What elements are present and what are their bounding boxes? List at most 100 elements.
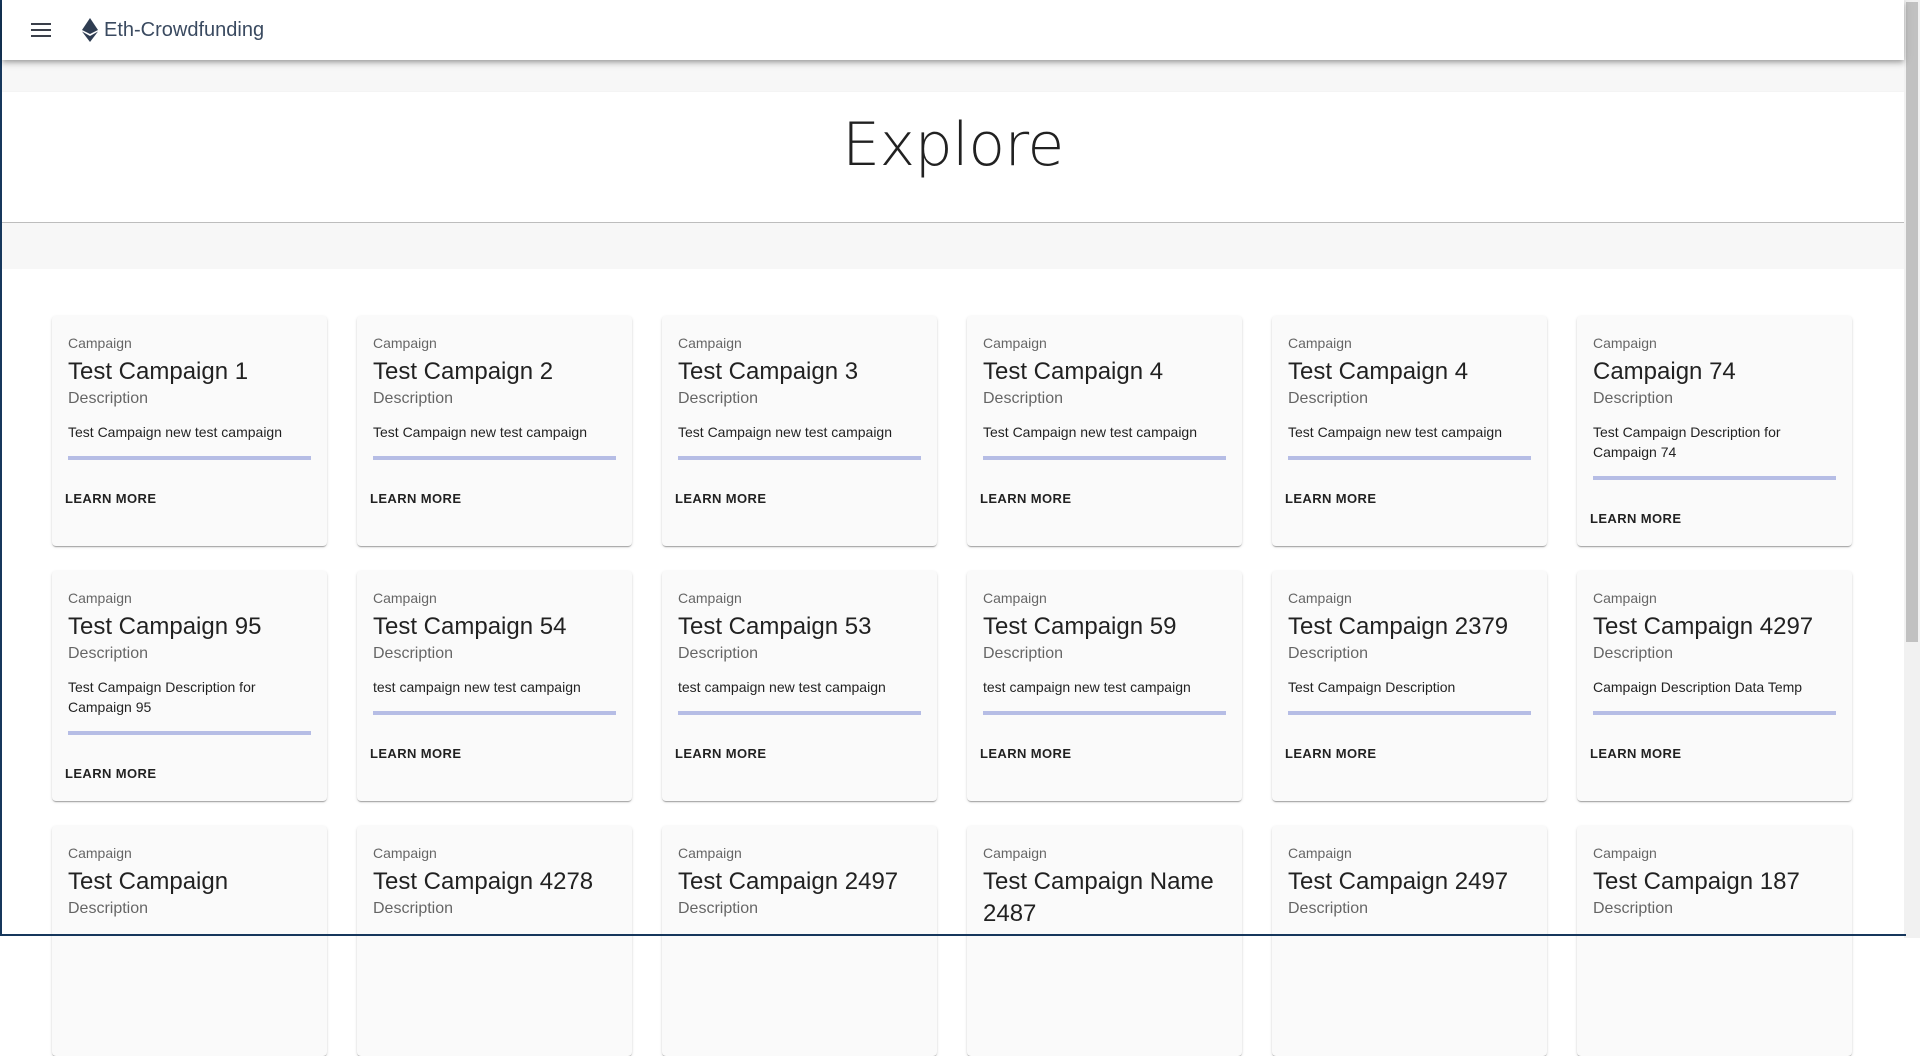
funding-progress-bar: [1593, 476, 1836, 480]
card-overline: Campaign: [678, 845, 742, 861]
campaign-card: Campaign Test Campaign 4278 Description: [357, 826, 632, 1056]
card-title: Test Campaign 1: [68, 358, 249, 385]
funding-progress-bar: [1288, 456, 1531, 460]
funding-progress-bar: [68, 731, 311, 735]
learn-more-button[interactable]: LEARN MORE: [675, 485, 766, 512]
card-subtitle: Description: [68, 645, 149, 662]
learn-more-button[interactable]: LEARN MORE: [370, 740, 461, 767]
funding-progress-bar: [983, 711, 1226, 715]
page-title: Explore: [842, 110, 1064, 180]
campaign-card: Campaign Test Campaign 187 Description: [1577, 826, 1852, 1056]
learn-more-button[interactable]: LEARN MORE: [980, 485, 1071, 512]
funding-progress-bar: [1288, 711, 1531, 715]
scrollbar-thumb[interactable]: [1906, 2, 1918, 642]
card-subtitle: Description: [1288, 900, 1369, 917]
card-title: Test Campaign 4: [1288, 358, 1469, 385]
funding-progress-bar: [678, 456, 921, 460]
campaign-card: Campaign Test Campaign Description: [52, 826, 327, 1056]
campaign-card: Campaign Test Campaign 4 Description Test C…: [967, 316, 1242, 546]
card-subtitle: Description: [678, 390, 759, 407]
card-overline: Campaign: [983, 335, 1047, 351]
card-overline: Campaign: [68, 590, 132, 606]
card-subtitle: Description: [1288, 390, 1369, 407]
funding-progress-bar: [1593, 711, 1836, 715]
learn-more-button[interactable]: LEARN MORE: [1590, 740, 1681, 767]
card-overline: Campaign: [68, 335, 132, 351]
card-subtitle: Description: [1593, 390, 1674, 407]
hamburger-menu-icon: [31, 23, 51, 37]
funding-progress-bar: [68, 456, 311, 460]
learn-more-button[interactable]: LEARN MORE: [675, 740, 766, 767]
card-description: Test Campaign Description: [1288, 679, 1456, 695]
brand[interactable]: Eth-Crowdfunding: [82, 16, 264, 44]
campaign-card: Campaign Test Campaign 2497 Description: [1272, 826, 1547, 1056]
card-description: test campaign new test campaign: [983, 679, 1191, 695]
card-title: Test Campaign 53: [678, 613, 872, 640]
card-subtitle: Description: [1593, 900, 1674, 917]
app-bar: Eth-Crowdfunding: [2, 0, 1904, 60]
campaign-card: Campaign Test Campaign 2497 Description: [662, 826, 937, 1056]
hero-section: Explore: [2, 92, 1904, 223]
card-overline: Campaign: [1593, 590, 1657, 606]
funding-progress-bar: [983, 456, 1226, 460]
campaign-card: Campaign Test Campaign 59 Description test …: [967, 571, 1242, 801]
card-description: Test Campaign new test campaign: [1288, 424, 1502, 440]
card-subtitle: Description: [68, 900, 149, 917]
card-title: Test Campaign 95: [68, 613, 262, 640]
card-overline: Campaign: [1593, 845, 1657, 861]
card-description: test campaign new test campaign: [678, 679, 886, 695]
app-title: Eth-Crowdfunding: [104, 18, 265, 41]
learn-more-button[interactable]: LEARN MORE: [370, 485, 461, 512]
card-overline: Campaign: [68, 845, 132, 861]
campaign-card: Campaign Test Campaign 54 Description test …: [357, 571, 632, 801]
card-description: Test Campaign new test campaign: [983, 424, 1197, 440]
card-overline: Campaign: [373, 845, 437, 861]
campaign-card: Campaign Test Campaign 2379 Description Tes…: [1272, 571, 1547, 801]
card-subtitle: Description: [678, 645, 759, 662]
menu-button[interactable]: [24, 13, 58, 47]
funding-progress-bar: [373, 711, 616, 715]
card-title: Test Campaign Name 2487: [983, 868, 1214, 927]
card-description: Test Campaign new test campaign: [373, 424, 587, 440]
card-subtitle: Description: [678, 900, 759, 917]
campaign-card: Campaign Test Campaign 53 Description test …: [662, 571, 937, 801]
card-title: Test Campaign 2497: [678, 868, 899, 895]
card-subtitle: Description: [983, 390, 1064, 407]
learn-more-button[interactable]: LEARN MORE: [980, 740, 1071, 767]
learn-more-button[interactable]: LEARN MORE: [65, 485, 156, 512]
learn-more-button[interactable]: LEARN MORE: [65, 760, 156, 787]
campaign-card: Campaign Test Campaign 4297 Description Cam…: [1577, 571, 1852, 801]
learn-more-button[interactable]: LEARN MORE: [1590, 505, 1681, 532]
card-overline: Campaign: [678, 335, 742, 351]
card-overline: Campaign: [983, 590, 1047, 606]
card-subtitle: Description: [68, 390, 149, 407]
campaign-card: Campaign Campaign 74 Description Test Campa…: [1577, 316, 1852, 546]
card-title: Test Campaign 4: [983, 358, 1164, 385]
card-subtitle: Description: [373, 645, 454, 662]
card-title: Test Campaign 59: [983, 613, 1177, 640]
card-title: Test Campaign 2379: [1288, 613, 1509, 640]
card-description: Test Campaign new test campaign: [68, 424, 282, 440]
card-description: Test Campaign Description for Campaign 7…: [1593, 424, 1781, 460]
card-title: Test Campaign 54: [373, 613, 567, 640]
card-title: Test Campaign 4278: [373, 868, 594, 895]
card-overline: Campaign: [373, 335, 437, 351]
card-description: Test Campaign new test campaign: [678, 424, 892, 440]
card-title: Test Campaign: [68, 868, 229, 895]
card-description: test campaign new test campaign: [373, 679, 581, 695]
campaign-grid: Campaign Test Campaign 1 Description Test C…: [52, 316, 1852, 1056]
funding-progress-bar: [373, 456, 616, 460]
learn-more-button[interactable]: LEARN MORE: [1285, 485, 1376, 512]
card-title: Test Campaign 2: [373, 358, 554, 385]
card-overline: Campaign: [373, 590, 437, 606]
card-title: Test Campaign 187: [1593, 868, 1800, 895]
card-subtitle: Description: [1593, 645, 1674, 662]
card-title: Test Campaign 2497: [1288, 868, 1509, 895]
top-spacer-band: [2, 60, 1904, 92]
learn-more-button[interactable]: LEARN MORE: [1285, 740, 1376, 767]
card-overline: Campaign: [1288, 845, 1352, 861]
ethereum-icon: [82, 18, 98, 42]
campaign-card: Campaign Test Campaign 4 Description Test C…: [1272, 316, 1547, 546]
card-subtitle: Description: [373, 390, 454, 407]
card-description: Test Campaign Description for Campaign 9…: [68, 679, 256, 715]
